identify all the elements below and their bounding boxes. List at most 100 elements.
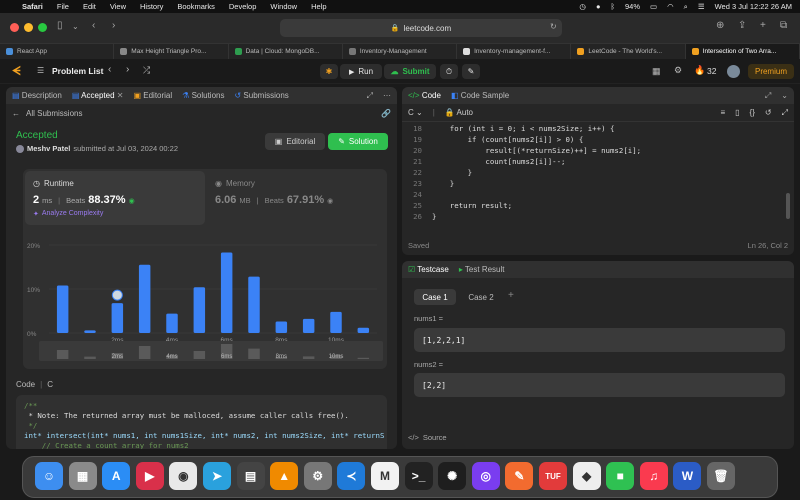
- screen-studio-icon[interactable]: ▶: [135, 462, 164, 490]
- mongodb-compass-icon[interactable]: ◆: [572, 462, 601, 490]
- run-button[interactable]: ▶ Run: [340, 64, 382, 79]
- word-icon[interactable]: W: [673, 462, 702, 490]
- next-problem-icon[interactable]: ›: [126, 64, 129, 75]
- menu-develop[interactable]: Develop: [229, 2, 257, 11]
- runtime-bar[interactable]: [138, 264, 151, 333]
- chatgpt-icon[interactable]: ✺: [438, 462, 467, 490]
- battery-icon[interactable]: ▭: [650, 2, 657, 11]
- menu-view[interactable]: View: [110, 2, 126, 11]
- share-icon[interactable]: ⇪: [738, 20, 746, 31]
- chrome-icon[interactable]: ◉: [169, 462, 198, 490]
- expand-icon[interactable]: ⤢: [782, 108, 788, 118]
- menu-help[interactable]: Help: [311, 2, 326, 11]
- zoom-window-button[interactable]: [38, 23, 47, 32]
- runtime-bar[interactable]: [357, 327, 370, 333]
- case-2-tab[interactable]: Case 2: [460, 289, 502, 305]
- runtime-bar[interactable]: [330, 311, 342, 333]
- tab-solutions[interactable]: ⚗ Solutions: [182, 91, 224, 100]
- solution-button[interactable]: ✎ Solution: [328, 133, 388, 150]
- leetcode-logo-icon[interactable]: ᗕ: [12, 64, 21, 79]
- settings-gear-icon[interactable]: ⚙: [674, 65, 682, 76]
- add-case-icon[interactable]: +: [508, 290, 514, 301]
- calculator-icon[interactable]: ▤: [236, 462, 265, 490]
- runtime-bar[interactable]: [220, 252, 233, 333]
- runtime-bar[interactable]: [56, 285, 69, 333]
- runtime-distribution-chart[interactable]: 20%10%0%2ms 4ms 6ms 8ms 10ms2ms 4ms 6ms 8ms 10ms: [23, 227, 387, 367]
- user-name[interactable]: Meshv Patel: [27, 144, 70, 153]
- runtime-bar[interactable]: [111, 303, 124, 333]
- dot-status-icon[interactable]: ●: [596, 2, 601, 11]
- datetime[interactable]: Wed 3 Jul 12:22 26 AM: [715, 2, 792, 11]
- back-icon[interactable]: ‹: [92, 20, 95, 31]
- format-icon[interactable]: ≡: [720, 108, 725, 117]
- reset-icon[interactable]: ↺: [765, 108, 772, 117]
- tab-test-result[interactable]: ▸ Test Result: [459, 265, 505, 274]
- finder-icon[interactable]: ☺: [35, 462, 63, 490]
- runtime-bar[interactable]: [302, 318, 315, 333]
- browser-tab[interactable]: Max Height Triangle Pro...: [114, 44, 229, 59]
- layout-grid-icon[interactable]: ▦: [652, 66, 661, 77]
- nums1-input[interactable]: [1,2,2,1]: [414, 328, 785, 352]
- analyze-complexity-link[interactable]: ✦ Analyze Complexity: [33, 210, 103, 218]
- menu-history[interactable]: History: [140, 2, 163, 11]
- avatar[interactable]: [727, 65, 740, 78]
- fire-streak-icon[interactable]: 🔥: [694, 65, 705, 76]
- all-submissions-link[interactable]: All Submissions: [26, 109, 82, 118]
- tab-submissions[interactable]: ↺ Submissions: [234, 91, 288, 100]
- facetime-icon[interactable]: ■: [606, 462, 635, 490]
- tab-testcase[interactable]: ☑ Testcase: [408, 265, 449, 274]
- bookmark-icon[interactable]: ▯: [735, 108, 739, 117]
- browser-tab-active[interactable]: Intersection of Two Arra...: [685, 44, 800, 59]
- gmail-icon[interactable]: M: [371, 462, 399, 490]
- menu-bookmarks[interactable]: Bookmarks: [177, 2, 215, 11]
- case-1-tab[interactable]: Case 1: [414, 289, 456, 305]
- premium-button[interactable]: Premium: [748, 64, 794, 79]
- forward-icon[interactable]: ›: [112, 20, 115, 31]
- runtime-bar[interactable]: [193, 287, 206, 333]
- panel-menu-icon[interactable]: ⋯: [383, 91, 391, 100]
- search-icon[interactable]: ⌕: [684, 2, 688, 12]
- maximize-icon[interactable]: ⤢: [367, 91, 373, 101]
- launchpad-icon[interactable]: ▦: [68, 462, 97, 490]
- clock-status-icon[interactable]: ◷: [579, 2, 586, 11]
- runtime-bar[interactable]: [84, 330, 96, 333]
- prev-problem-icon[interactable]: ‹: [108, 64, 111, 75]
- code-lines[interactable]: 18 for (int i = 0; i < nums2Size; i++) {…: [402, 122, 794, 222]
- browser-tab[interactable]: React App: [0, 44, 115, 59]
- timer-icon[interactable]: ⏱: [440, 64, 458, 79]
- tab-code[interactable]: </> Code: [408, 91, 441, 100]
- runtime-bar[interactable]: [166, 313, 178, 333]
- minimize-window-button[interactable]: [24, 23, 33, 32]
- app-store-icon[interactable]: A: [102, 462, 131, 490]
- music-icon[interactable]: ♫: [639, 462, 668, 490]
- link-icon[interactable]: 🔗: [381, 109, 391, 118]
- back-to-submissions[interactable]: ← All Submissions: [12, 109, 82, 118]
- sidebar-chevron-icon[interactable]: ⌄: [72, 22, 79, 31]
- editor-scrollbar[interactable]: [786, 193, 790, 219]
- user-avatar[interactable]: [16, 144, 24, 153]
- sidebar-toggle-icon[interactable]: ▯: [57, 20, 63, 31]
- wifi-icon[interactable]: ◠: [667, 2, 674, 11]
- tab-accepted[interactable]: ▤ Accepted ✕: [72, 91, 124, 100]
- terminal-icon[interactable]: >_: [404, 462, 433, 490]
- bluetooth-icon[interactable]: ᛒ: [610, 2, 615, 11]
- browser-tab[interactable]: Inventory-management-f...: [457, 44, 572, 59]
- menu-file[interactable]: File: [57, 2, 69, 11]
- language-select[interactable]: C ⌄: [408, 108, 423, 117]
- new-tab-icon[interactable]: +: [760, 20, 766, 31]
- tab-description[interactable]: ▤ Description: [12, 91, 62, 100]
- notes-icon[interactable]: ✎: [462, 64, 480, 79]
- reload-icon[interactable]: ↻: [550, 22, 557, 31]
- vscode-icon[interactable]: ≺: [337, 462, 366, 490]
- menu-edit[interactable]: Edit: [83, 2, 96, 11]
- menu-safari[interactable]: Safari: [22, 2, 43, 11]
- runtime-bar[interactable]: [248, 276, 260, 333]
- downloads-icon[interactable]: ⊕: [716, 20, 724, 31]
- browser-tab[interactable]: Inventory-Management: [343, 44, 458, 59]
- browser-tab[interactable]: Data | Cloud: MongoDB...: [229, 44, 343, 59]
- tab-code-sample[interactable]: ◧ Code Sample: [451, 91, 509, 100]
- memory-header[interactable]: ◉ Memory: [215, 179, 255, 188]
- address-bar[interactable]: 🔒 leetcode.com: [280, 19, 562, 37]
- list-icon[interactable]: ☰: [37, 66, 44, 75]
- tab-overview-icon[interactable]: ⧉: [780, 20, 787, 31]
